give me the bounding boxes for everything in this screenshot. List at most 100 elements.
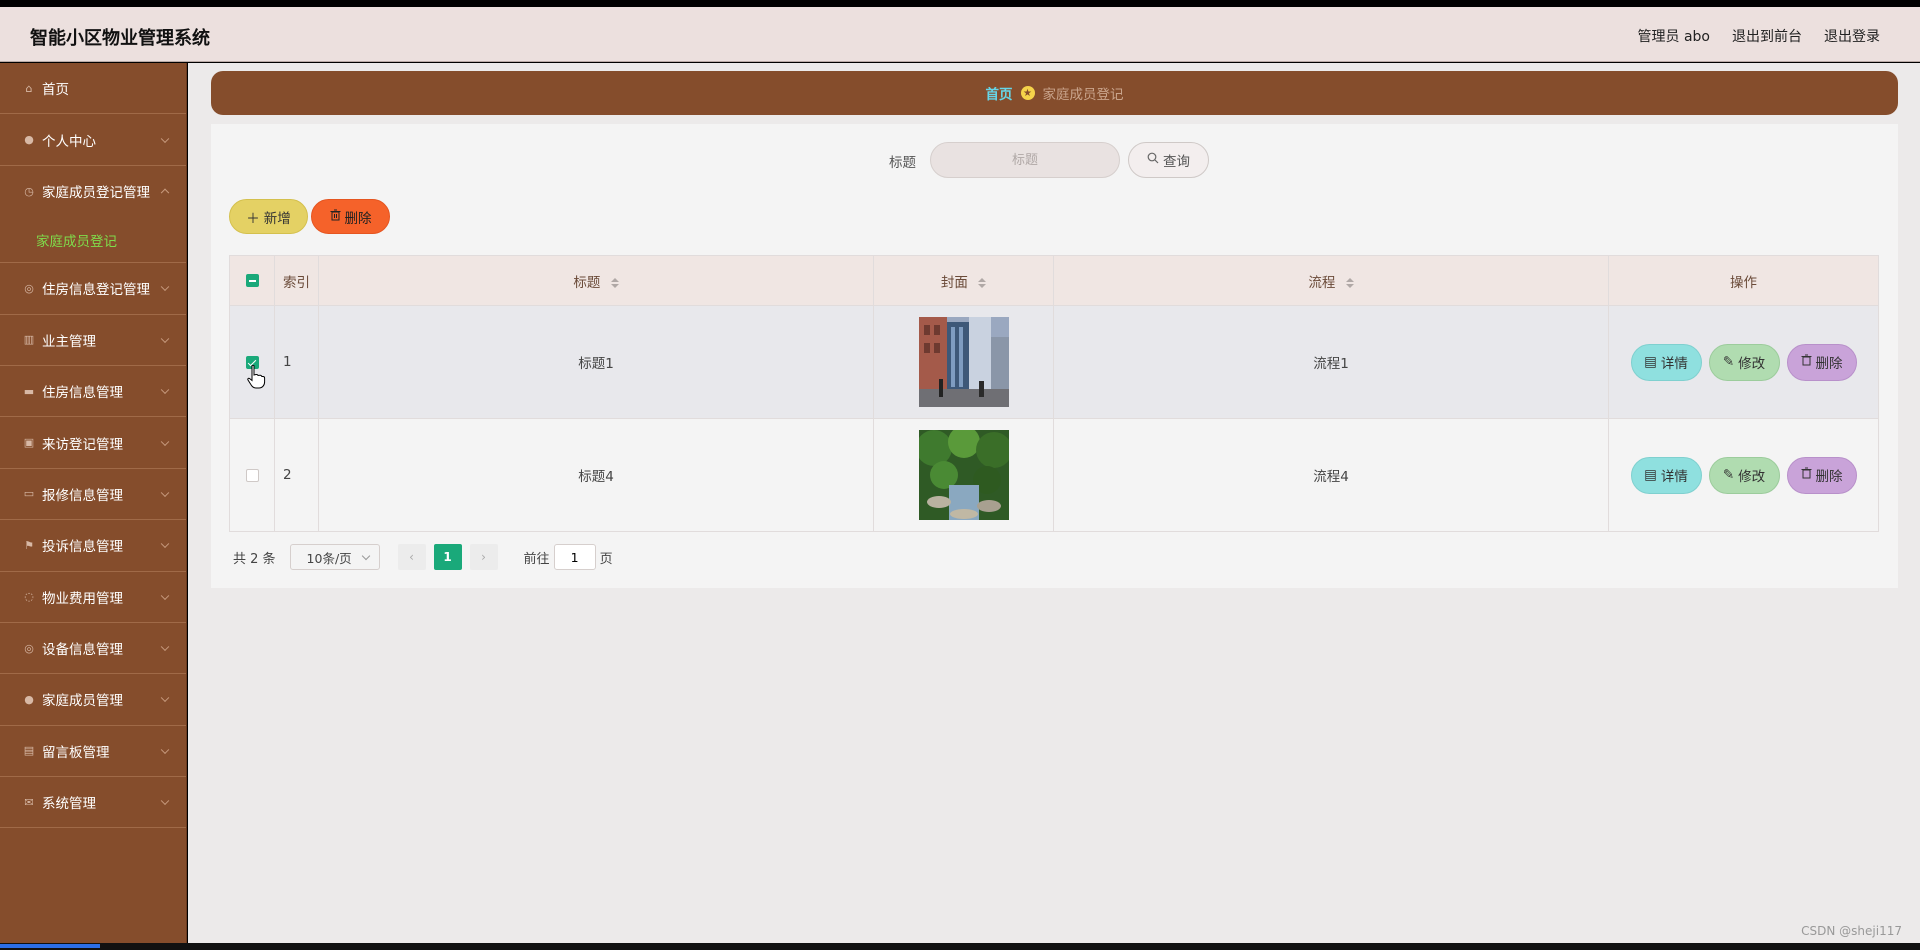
sidebar-item-device-mgmt[interactable]: ◎ 设备信息管理 — [0, 623, 186, 675]
search-label: 标题 — [889, 155, 916, 171]
goto-prefix: 前往 — [523, 551, 550, 567]
pagination: 共 2 条 10条/页 ‹ 1 › 前往 页 — [233, 544, 613, 570]
sidebar: ⌂ 首页 ● 个人中心 ◷ 家庭成员登记管理 家庭成员登记 ◎ 住房信息登记管理… — [0, 63, 187, 943]
chevron-down-icon — [160, 134, 170, 143]
header-links: 管理员 abo 退出到前台 退出登录 — [1638, 26, 1880, 46]
delete-button[interactable]: 删除 — [1786, 343, 1857, 381]
select-all-checkbox[interactable] — [245, 274, 259, 287]
sidebar-item-visitor-mgmt[interactable]: ▣ 来访登记管理 — [0, 417, 186, 469]
detail-button[interactable]: ▤ 详情 — [1630, 456, 1702, 494]
row-flow: 流程4 — [1053, 418, 1609, 532]
next-page-button[interactable]: › — [469, 544, 498, 570]
sidebar-subitem-family-register[interactable]: 家庭成员登记 — [0, 217, 186, 264]
sidebar-item-system-mgmt[interactable]: ✉ 系统管理 — [0, 777, 186, 829]
detail-label: 详情 — [1660, 469, 1688, 485]
plus-icon: ＋ — [246, 210, 260, 227]
sort-icon[interactable] — [978, 277, 987, 288]
admin-user-label[interactable]: 管理员 abo — [1638, 26, 1710, 46]
watermark: CSDN @sheji117 — [1801, 924, 1902, 938]
sidebar-item-housing-register-mgmt[interactable]: ◎ 住房信息登记管理 — [0, 263, 186, 315]
sidebar-item-profile[interactable]: ● 个人中心 — [0, 114, 186, 166]
detail-label: 详情 — [1660, 356, 1688, 372]
sidebar-item-label: 首页 — [42, 82, 69, 99]
row-ops-cell: ▤ 详情 ✎ 修改 删除 — [1608, 418, 1879, 532]
sort-icon[interactable] — [610, 277, 619, 288]
add-button[interactable]: ＋ 新增 — [229, 199, 308, 234]
pagination-total: 共 2 条 — [233, 551, 276, 567]
chevron-down-icon — [160, 488, 170, 497]
chevron-up-icon — [160, 189, 170, 198]
edit-button[interactable]: ✎ 修改 — [1708, 456, 1780, 494]
row-ops-cell: ▤ 详情 ✎ 修改 删除 — [1608, 305, 1879, 419]
row-cover-cell — [873, 305, 1054, 419]
row-checkbox[interactable] — [245, 468, 259, 482]
sidebar-item-label: 物业费用管理 — [42, 590, 123, 607]
checkbox-icon: ▣ — [23, 436, 35, 450]
sidebar-item-repair-mgmt[interactable]: ▭ 报修信息管理 — [0, 469, 186, 521]
delete-button[interactable]: 删除 — [1786, 456, 1857, 494]
sidebar-item-label: 业主管理 — [42, 333, 96, 350]
page-size-select[interactable]: 10条/页 — [289, 544, 380, 570]
sidebar-item-home[interactable]: ⌂ 首页 — [0, 63, 186, 115]
sidebar-item-label: 报修信息管理 — [42, 487, 123, 504]
sidebar-item-label: 家庭成员管理 — [42, 693, 123, 710]
header-flow[interactable]: 流程 — [1053, 255, 1609, 306]
logout-link[interactable]: 退出登录 — [1824, 26, 1880, 46]
pin-icon: ● — [24, 692, 34, 706]
chevron-down-icon — [160, 334, 170, 343]
progress-indicator — [0, 944, 100, 948]
chevron-down-icon — [160, 796, 170, 806]
batch-delete-label: 删除 — [344, 210, 372, 227]
star-icon: ★ — [1020, 86, 1035, 100]
sidebar-item-message-board-mgmt[interactable]: ▤ 留言板管理 — [0, 726, 186, 778]
dashed-circle-icon: ◌ — [24, 590, 34, 604]
sidebar-item-family-register-mgmt[interactable]: ◷ 家庭成员登记管理 — [0, 166, 186, 217]
query-button[interactable]: 查询 — [1128, 142, 1209, 178]
header-ops: 操作 — [1608, 255, 1879, 306]
row-index: 2 — [274, 418, 319, 532]
pencil-icon: ✎ — [1722, 354, 1735, 370]
hand-cursor-icon — [247, 365, 266, 389]
sidebar-item-label: 住房信息登记管理 — [42, 282, 150, 299]
sidebar-item-family-member-mgmt[interactable]: ● 家庭成员管理 — [0, 674, 186, 726]
trash-icon — [1801, 354, 1812, 370]
sidebar-item-label: 设备信息管理 — [42, 642, 123, 659]
header-cover[interactable]: 封面 — [873, 255, 1054, 306]
row-ops: ▤ 详情 ✎ 修改 删除 — [1609, 343, 1878, 381]
header-cover-label: 封面 — [940, 274, 968, 291]
ticket-icon: ▭ — [23, 487, 35, 501]
data-table: 索引 标题 封面 流程 操作 1 标题1 流程1 ▤ 详情 ✎ 修改 删除 2 … — [229, 255, 1879, 532]
sidebar-item-owner-mgmt[interactable]: ▥ 业主管理 — [0, 315, 186, 366]
sort-icon[interactable] — [1345, 277, 1354, 288]
breadcrumb-home[interactable]: 首页 — [986, 83, 1013, 103]
sidebar-item-fee-mgmt[interactable]: ◌ 物业费用管理 — [0, 572, 186, 623]
edit-button[interactable]: ✎ 修改 — [1708, 343, 1780, 381]
sidebar-item-housing-info-mgmt[interactable]: ▬ 住房信息管理 — [0, 366, 186, 418]
detail-button[interactable]: ▤ 详情 — [1630, 343, 1702, 381]
document-icon: ▤ — [1644, 354, 1657, 370]
page-number-button[interactable]: 1 — [433, 544, 462, 570]
row-title: 标题4 — [318, 418, 874, 532]
search-input[interactable] — [930, 142, 1120, 178]
row-ops: ▤ 详情 ✎ 修改 删除 — [1609, 456, 1878, 494]
sidebar-item-label: 留言板管理 — [42, 744, 110, 761]
back-to-front-link[interactable]: 退出到前台 — [1732, 26, 1802, 46]
search-icon — [1147, 152, 1159, 168]
sidebar-item-label: 家庭成员登记管理 — [42, 185, 150, 202]
cover-image[interactable] — [918, 317, 1009, 407]
cover-image[interactable] — [918, 430, 1009, 520]
query-button-label: 查询 — [1163, 154, 1190, 170]
sidebar-item-label: 来访登记管理 — [42, 436, 123, 453]
table-row: 2 标题4 流程4 ▤ 详情 ✎ 修改 删除 — [229, 418, 1879, 532]
trash-icon — [330, 209, 341, 225]
search-row: 标题 查询 — [211, 142, 1898, 178]
compass-icon: ◎ — [24, 281, 34, 295]
top-edge — [0, 0, 1920, 7]
sidebar-item-complaint-mgmt[interactable]: ⚑ 投诉信息管理 — [0, 520, 186, 572]
prev-page-button[interactable]: ‹ — [397, 544, 426, 570]
chevron-down-icon — [160, 437, 170, 446]
header-title[interactable]: 标题 — [318, 255, 874, 306]
batch-delete-button[interactable]: 删除 — [311, 199, 390, 234]
goto-page-input[interactable] — [553, 544, 596, 570]
compass-icon: ◎ — [24, 641, 34, 655]
